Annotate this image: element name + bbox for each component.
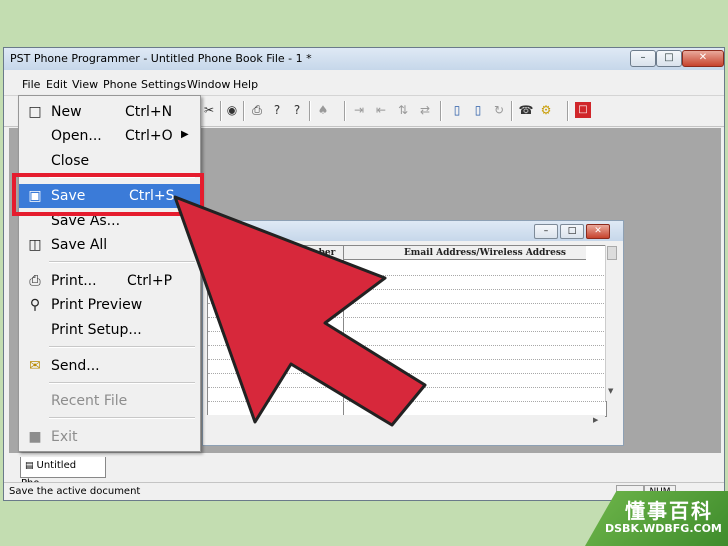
watermark-chinese-text: 懂事百科	[625, 499, 713, 523]
red-arrow-shape	[173, 195, 427, 427]
watermark-url: DSBK.WDBFG.COM	[605, 522, 722, 535]
annotation-arrow	[173, 195, 427, 427]
